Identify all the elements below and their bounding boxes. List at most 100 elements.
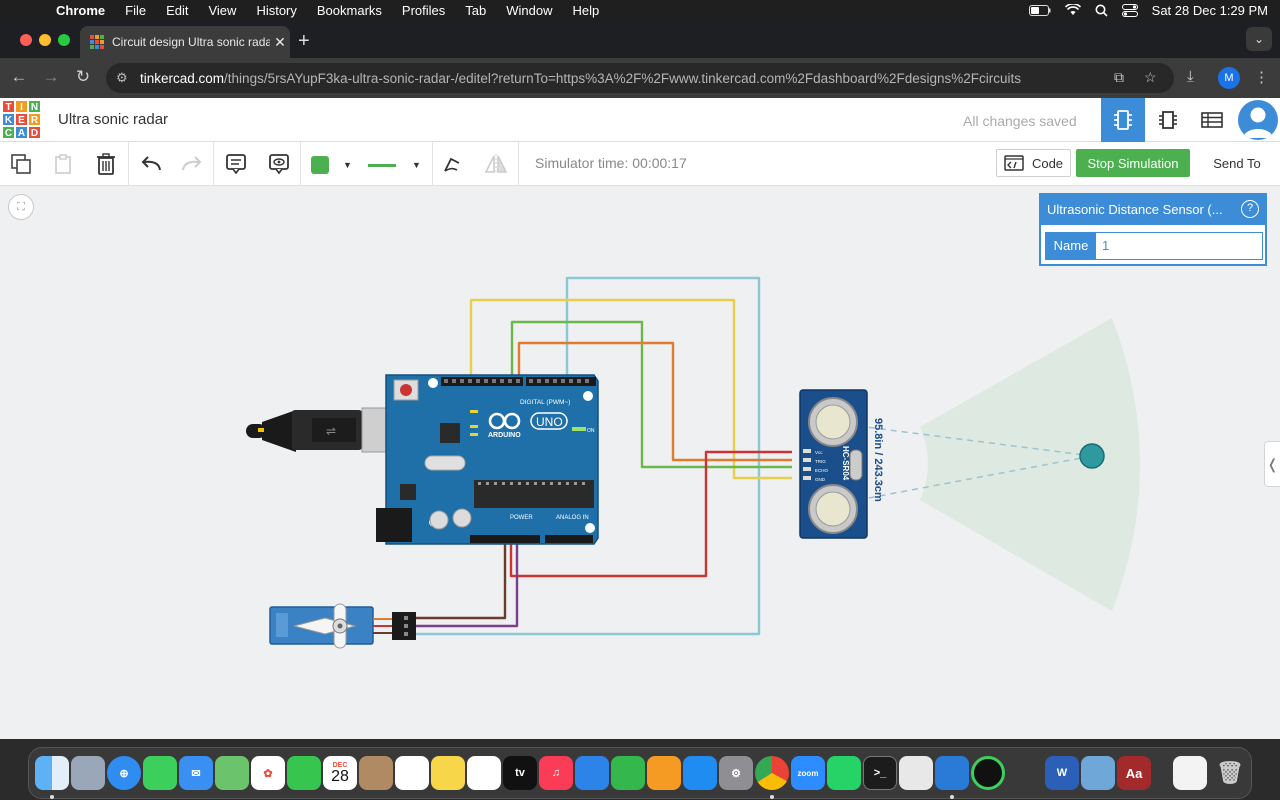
finder-icon[interactable] [35,756,69,790]
menubar-clock[interactable]: Sat 28 Dec 1:29 PM [1152,3,1268,18]
wire-color-picker[interactable]: ▼ [311,154,359,176]
terminal-icon[interactable]: >_ [863,756,897,790]
notes-visibility-icon[interactable] [265,150,293,178]
spotlight-search-icon[interactable] [1095,4,1108,17]
menu-window[interactable]: Window [506,3,552,18]
arduino-uno-board[interactable]: DIGITAL (PWM~) ARDUINO UNO ON POWER ANAL… [376,374,599,545]
keynote-icon[interactable] [575,756,609,790]
menu-app-name[interactable]: Chrome [56,3,105,18]
system-settings-icon[interactable]: ⚙ [719,756,753,790]
chrome-menu-icon[interactable]: ⋮ [1254,68,1269,86]
music-icon[interactable]: ♫ [539,756,573,790]
ultrasonic-sensor[interactable]: HC-SR04 Vcc TRIG ECHO GND [799,389,868,539]
app-store-icon[interactable] [683,756,717,790]
wifi-icon[interactable] [1064,4,1081,16]
menu-view[interactable]: View [208,3,236,18]
menu-tab[interactable]: Tab [465,3,486,18]
preview-icon[interactable] [1081,756,1115,790]
undo-icon[interactable] [137,150,165,178]
menu-bookmarks[interactable]: Bookmarks [317,3,382,18]
delete-trash-icon[interactable] [92,150,120,178]
tab-search-chevron-icon[interactable]: ⌄ [1246,27,1272,51]
circuit-canvas[interactable]: ⛶ ⇌ DIGITAL (PWM~) ARDUINO UNO ON POWER … [0,186,1280,739]
profile-avatar[interactable]: M [1218,67,1240,89]
back-arrow-icon[interactable]: ← [8,67,30,87]
whatsapp-icon[interactable] [827,756,861,790]
new-tab-icon[interactable]: + [298,30,310,53]
window-minimize-button[interactable] [39,34,51,46]
zoom-icon[interactable]: zoom [791,756,825,790]
schematic-view-button[interactable] [1146,98,1190,142]
wire-purple[interactable] [413,538,519,628]
user-avatar-icon [1243,107,1273,138]
messages-icon[interactable] [143,756,177,790]
safari-icon[interactable]: ⊕ [107,756,141,790]
install-app-icon[interactable]: ⧉ [1114,69,1124,86]
usb-cable[interactable]: ⇌ [246,407,405,453]
mail-icon[interactable]: ✉ [179,756,213,790]
schematic-view-icon [1159,111,1177,129]
component-list-icon [1201,112,1223,128]
menu-help[interactable]: Help [573,3,600,18]
collapse-panel-chevron-icon[interactable]: ❬ [1264,441,1280,487]
site-info-icon[interactable]: ⚙ [116,70,128,86]
target-object[interactable] [1079,443,1105,469]
close-tab-icon[interactable]: ✕ [270,34,290,51]
facetime-icon[interactable] [287,756,321,790]
trash-icon[interactable]: 🗑 [1213,756,1247,790]
contacts-icon[interactable] [359,756,393,790]
stop-simulation-button[interactable]: Stop Simulation [1076,149,1190,177]
dictionary-icon[interactable]: Aa [1117,756,1151,790]
help-icon[interactable]: ? [1241,200,1259,218]
chrome-icon[interactable] [755,756,789,790]
forward-arrow-icon[interactable]: → [40,67,62,87]
maps-icon[interactable] [215,756,249,790]
pages-icon[interactable] [647,756,681,790]
downloads-icon[interactable]: ⤓ [1187,68,1194,85]
window-close-button[interactable] [20,34,32,46]
component-list-button[interactable] [1190,98,1234,142]
tv-icon[interactable]: tv [503,756,537,790]
reminders-icon[interactable] [395,756,429,790]
freeform-icon[interactable] [467,756,501,790]
battery-icon[interactable] [1028,4,1051,16]
tinkercad-logo[interactable]: T I N K E R C A D [2,100,41,140]
launchpad-icon[interactable] [71,756,105,790]
send-to-button[interactable]: Send To [1198,149,1276,177]
save-status: All changes saved [963,113,1077,129]
servo-motor[interactable] [269,603,416,649]
bookmark-star-icon[interactable]: ☆ [1144,69,1157,86]
numbers-icon[interactable] [611,756,645,790]
circuit-view-button[interactable] [1101,98,1145,142]
activity-icon[interactable] [971,756,1005,790]
menu-file[interactable]: File [125,3,146,18]
chevron-down-icon: ▼ [343,160,352,170]
control-center-icon[interactable] [1121,3,1138,17]
word-icon[interactable]: W [1045,756,1079,790]
address-bar[interactable]: ⚙ tinkercad.com/things/5rsAYupF3ka-ultra… [106,63,1174,93]
menu-edit[interactable]: Edit [166,3,188,18]
rotate-icon[interactable] [438,150,466,178]
flip-icon[interactable] [482,150,510,178]
calendar-icon[interactable]: DEC 28 [323,756,357,790]
redo-icon[interactable] [178,150,206,178]
user-avatar[interactable] [1238,100,1278,140]
file-icon[interactable] [1173,756,1207,790]
notes-icon[interactable] [431,756,465,790]
copy-icon[interactable] [7,150,35,178]
name-field[interactable]: 1 [1096,233,1262,259]
notes-icon[interactable] [222,150,250,178]
code-button[interactable]: Code [996,149,1071,177]
menu-profiles[interactable]: Profiles [402,3,445,18]
menu-history[interactable]: History [256,3,296,18]
wire-type-picker[interactable]: ▼ [368,154,424,176]
photos-icon[interactable]: ✿ [251,756,285,790]
python-icon[interactable] [899,756,933,790]
browser-tab-active[interactable]: Circuit design Ultra sonic radar ✕ [80,26,290,58]
window-zoom-button[interactable] [58,34,70,46]
wire-brown[interactable] [413,538,507,620]
vscode-icon[interactable] [935,756,969,790]
design-title[interactable]: Ultra sonic radar [58,111,168,128]
paste-icon[interactable] [49,150,77,178]
reload-icon[interactable]: ↻ [72,67,94,87]
